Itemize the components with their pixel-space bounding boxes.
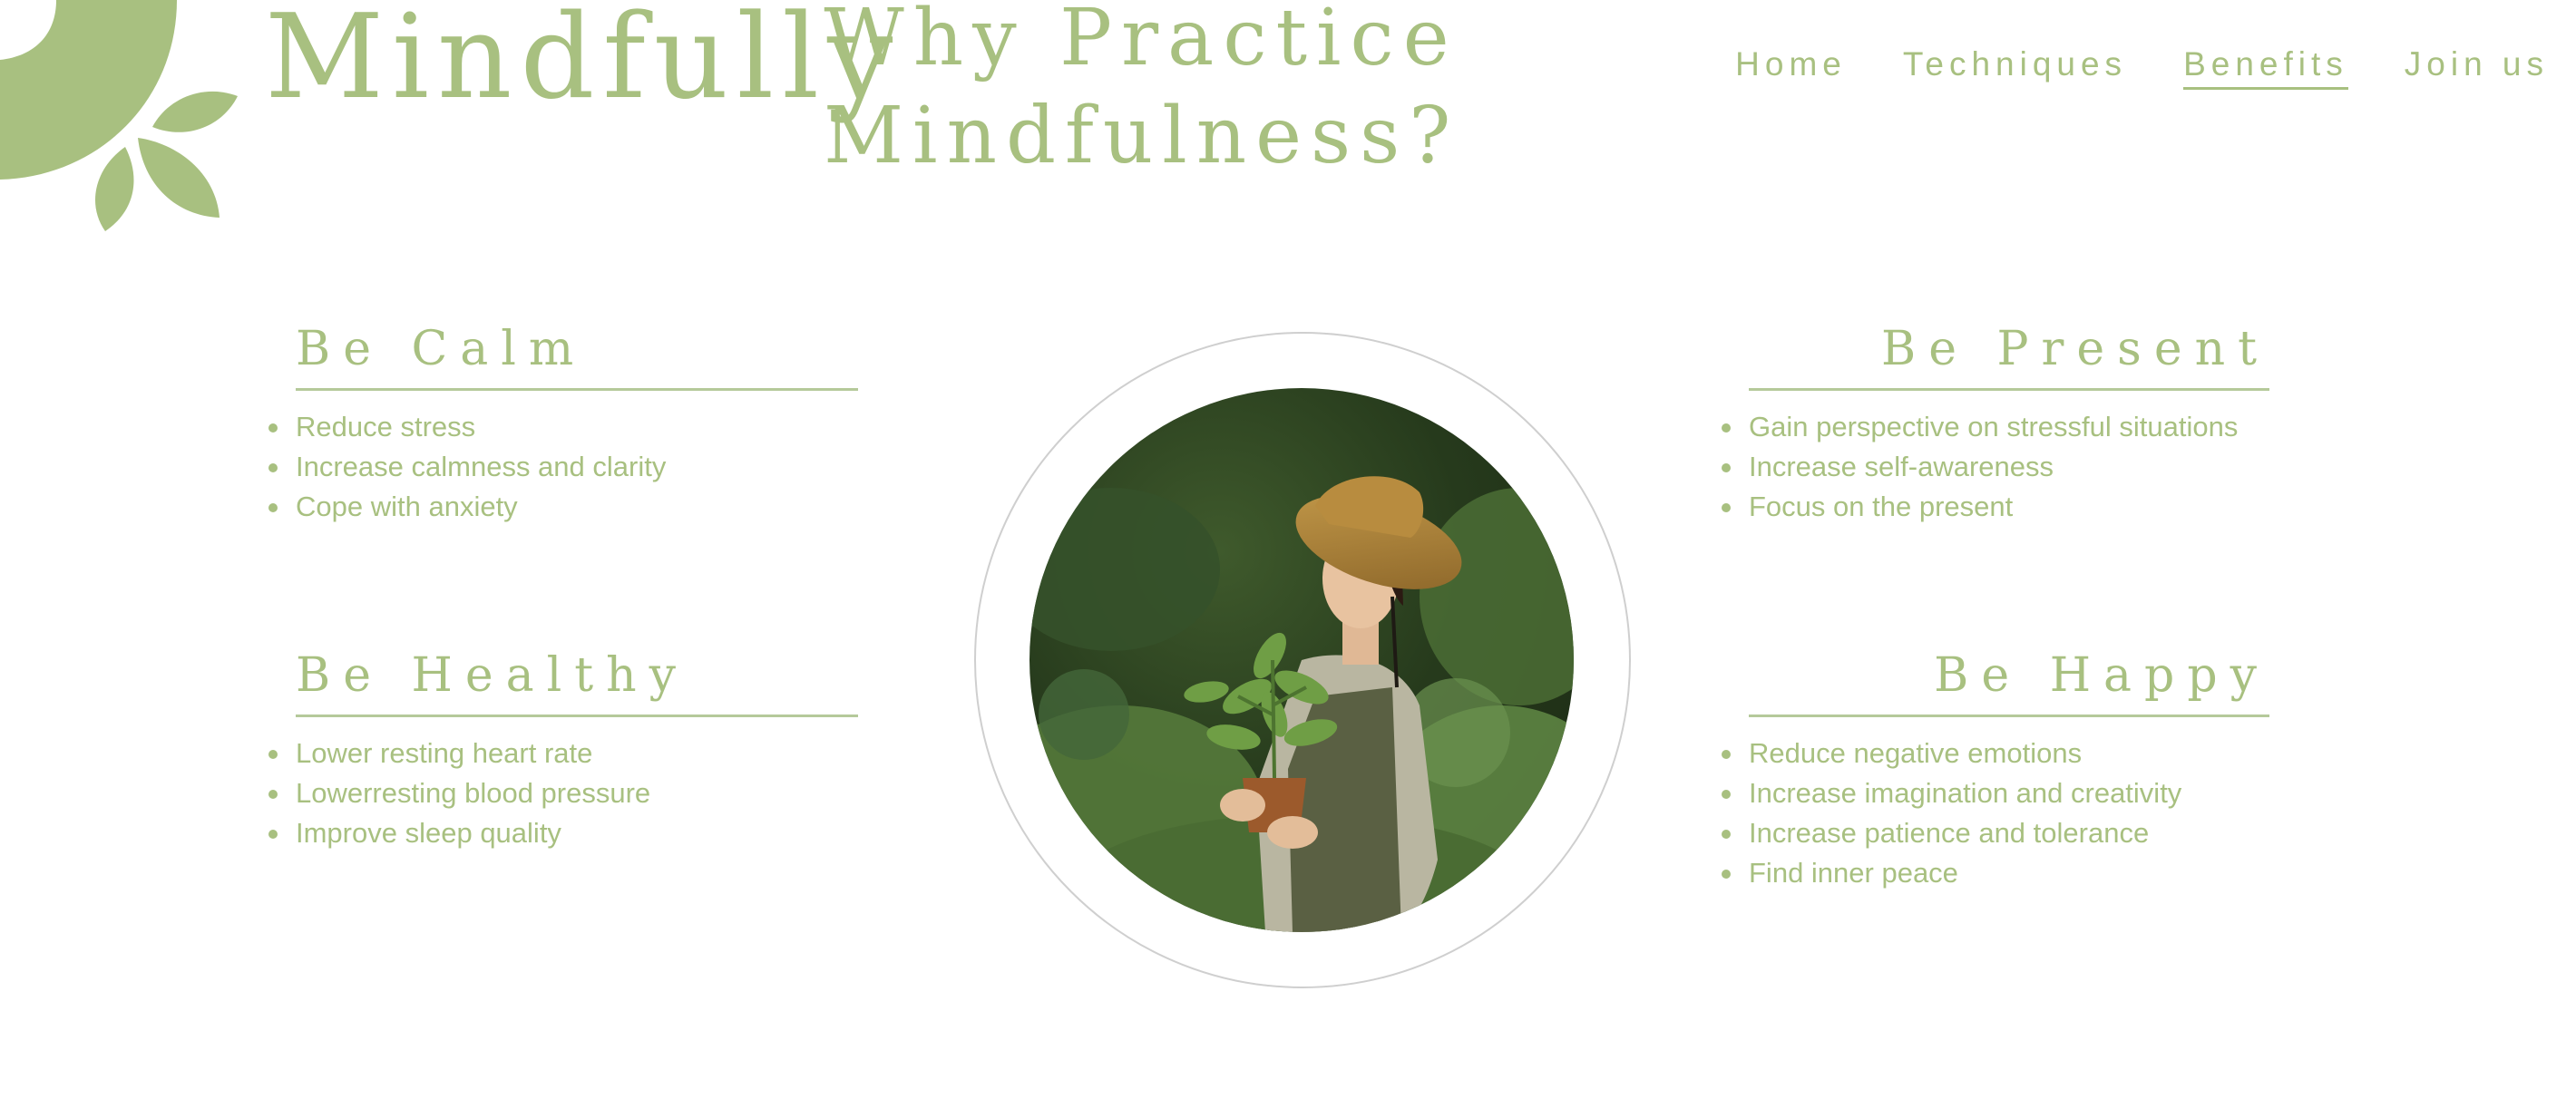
list-item: Focus on the present [1722,487,2269,527]
list-item: Cope with anxiety [268,487,858,527]
list-item: Lowerresting blood pressure [268,773,858,813]
brand-name[interactable]: Mindfully [265,0,901,122]
list-item: Increase imagination and creativity [1722,773,2269,813]
main-nav: Home Techniques Benefits Join us [1735,42,2549,90]
benefit-healthy-title: Be Healthy [296,644,858,717]
list-item: Improve sleep quality [268,813,858,853]
benefit-happy-title: Be Happy [1749,644,2269,717]
nav-benefits[interactable]: Benefits [2183,42,2348,90]
benefit-present-list: Gain perspective on stressful situations… [1722,407,2269,527]
benefit-healthy-list: Lower resting heart rate Lowerresting bl… [268,734,858,853]
list-item: Reduce stress [268,407,858,447]
list-item: Increase self-awareness [1722,447,2269,487]
benefit-happy: Be Happy Reduce negative emotions Increa… [1722,644,2269,893]
list-item: Increase calmness and clarity [268,447,858,487]
benefit-calm: Be Calm Reduce stress Increase calmness … [268,317,858,527]
woman-holding-potted-plant-photo [1029,388,1574,932]
benefit-healthy: Be Healthy Lower resting heart rate Lowe… [268,644,858,853]
benefit-happy-list: Reduce negative emotions Increase imagin… [1722,734,2269,893]
list-item: Lower resting heart rate [268,734,858,773]
nav-techniques[interactable]: Techniques [1903,42,2127,90]
benefit-calm-title: Be Calm [296,317,858,391]
list-item: Gain perspective on stressful situations [1722,407,2269,447]
list-item: Find inner peace [1722,853,2269,893]
sun-leaves-logo-icon[interactable] [0,0,245,236]
list-item: Increase patience and tolerance [1722,813,2269,853]
benefit-calm-list: Reduce stress Increase calmness and clar… [268,407,858,527]
benefit-present-title: Be Present [1749,317,2269,391]
benefit-present: Be Present Gain perspective on stressful… [1722,317,2269,527]
list-item: Reduce negative emotions [1722,734,2269,773]
nav-join-us[interactable]: Join us [2405,42,2549,90]
nav-home[interactable]: Home [1735,42,1847,90]
page-title: Why Practice Mindfulness? [824,0,1460,181]
